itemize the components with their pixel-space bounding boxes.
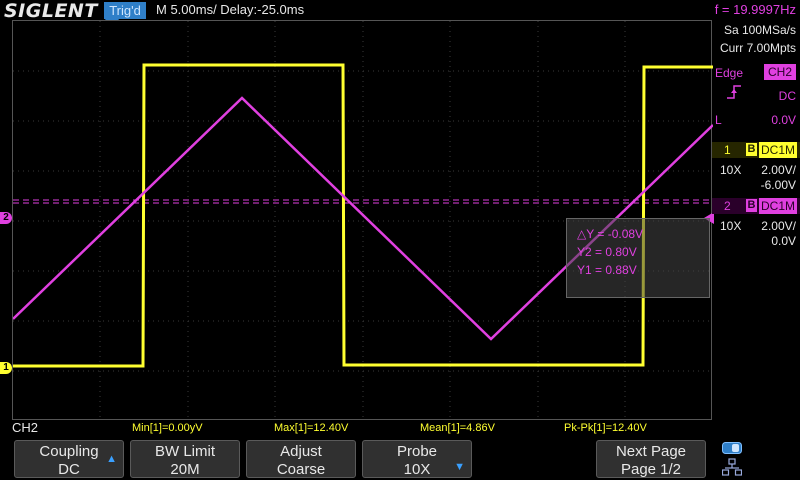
- up-arrow-icon: ▲: [106, 453, 117, 465]
- ch1-header[interactable]: 1 B DC1M: [712, 142, 800, 158]
- memory-depth: Curr 7.00Mpts: [719, 41, 796, 55]
- ch1-coupling-badge: DC1M: [759, 142, 797, 158]
- probe-softkey[interactable]: Probe 10X ▼: [362, 440, 472, 478]
- trigger-source-badge: CH2: [764, 64, 796, 80]
- coupling-softkey[interactable]: Coupling DC ▲: [14, 440, 124, 478]
- menu-channel-label: CH2: [12, 420, 39, 435]
- rising-edge-icon: [727, 85, 741, 99]
- softkey-label: BW Limit: [155, 443, 215, 460]
- ch2-offset: 0.0V: [771, 234, 796, 248]
- ch2-number: 2: [724, 199, 731, 213]
- softkey-label: Next Page: [615, 443, 687, 460]
- ch1-probe: 10X: [720, 163, 742, 177]
- cursor-readout-panel: △Y = -0.08V Y2 = 0.80V Y1 = 0.88V: [566, 218, 710, 298]
- measure-min: Min[1]=0.00yV: [132, 422, 203, 434]
- cursor-y2: Y2 = 0.80V: [577, 245, 637, 259]
- measure-max: Max[1]=12.40V: [274, 422, 349, 434]
- bw-limit-softkey[interactable]: BW Limit 20M: [130, 440, 240, 478]
- usb-toggle-icon: [722, 442, 742, 454]
- ch1-offset-marker[interactable]: 1: [0, 362, 12, 374]
- trigger-level-value: 0.0V: [771, 113, 796, 127]
- brand-logo: SIGLENT: [4, 0, 98, 22]
- ch1-offset: -6.00V: [760, 178, 796, 192]
- timebase-readout: M 5.00ms/ Delay:-25.0ms: [156, 2, 305, 17]
- ch2-coupling-badge: DC1M: [759, 198, 797, 214]
- ch1-bw-badge: B: [746, 143, 757, 156]
- frequency-readout: f = 19.9997Hz: [714, 2, 796, 17]
- ch2-scale: 2.00V/: [761, 219, 796, 233]
- measure-mean: Mean[1]=4.86V: [420, 422, 495, 434]
- next-page-softkey[interactable]: Next Page Page 1/2: [596, 440, 706, 478]
- ch1-scale: 2.00V/: [761, 163, 796, 177]
- measurement-bar: CH2 Min[1]=0.00yV Max[1]=12.40V Mean[1]=…: [0, 420, 800, 438]
- ch2-offset-marker[interactable]: 2: [0, 212, 12, 224]
- down-arrow-icon: ▼: [454, 461, 465, 473]
- ch2-probe: 10X: [720, 219, 742, 233]
- adjust-softkey[interactable]: Adjust Coarse: [246, 440, 356, 478]
- sample-rate: Sa 100MSa/s: [723, 23, 796, 37]
- status-icons: [714, 440, 800, 480]
- ch2-bw-badge: B: [746, 199, 757, 212]
- softkey-value: Coarse: [276, 461, 326, 478]
- softkey-label: Adjust: [280, 443, 322, 460]
- measure-pkpk: Pk-Pk[1]=12.40V: [564, 422, 647, 434]
- ch1-number: 1: [724, 143, 731, 157]
- cursor-y1: Y1 = 0.88V: [577, 263, 637, 277]
- trigger-type: Edge: [715, 66, 744, 80]
- ch2-header[interactable]: 2 B DC1M: [712, 198, 800, 214]
- trigger-level-label: L: [715, 113, 722, 127]
- trigger-status-badge: Trig'd: [104, 2, 146, 19]
- softkey-value: 20M: [170, 461, 200, 478]
- cursor-delta: △Y = -0.08V: [577, 227, 644, 241]
- trigger-coupling: DC: [778, 89, 796, 103]
- network-icon: [722, 458, 742, 476]
- softkey-value: Page 1/2: [620, 461, 682, 478]
- right-info-panel: Sa 100MSa/s Curr 7.00Mpts Edge CH2 DC L …: [712, 20, 800, 420]
- softkey-bar: Coupling DC ▲ BW Limit 20M Adjust Coarse…: [0, 438, 800, 480]
- softkey-label: Probe: [396, 443, 438, 460]
- top-status-bar: SIGLENT Trig'd M 5.00ms/ Delay:-25.0ms f…: [0, 0, 800, 27]
